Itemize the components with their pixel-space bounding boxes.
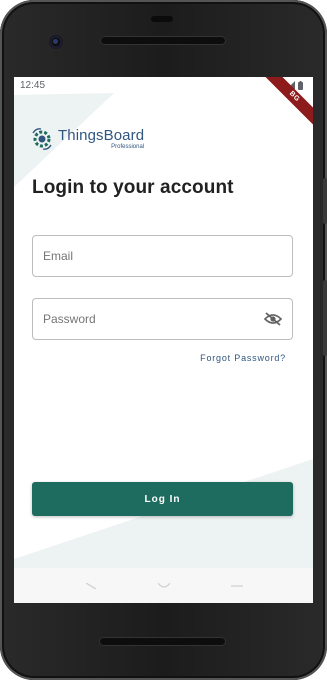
volume-button [323,280,327,356]
email-field[interactable]: Email [32,235,293,277]
recents-icon[interactable] [229,578,245,594]
proximity-sensor [151,16,173,22]
phone-frame: 12:45 BG ThingsBoard Professional Login … [0,0,327,680]
status-time: 12:45 [20,79,46,91]
earpiece-speaker [100,36,226,45]
app-screen: 12:45 BG ThingsBoard Professional Login … [14,77,313,603]
thingsboard-logo-icon [32,128,52,150]
thingsboard-logo: ThingsBoard Professional [30,127,144,151]
page-title: Login to your account [32,177,234,198]
login-button[interactable]: Log In [32,482,293,516]
power-button [323,178,327,224]
system-navigation-bar [14,568,313,603]
battery-icon [298,80,303,90]
front-camera-icon [49,35,63,49]
password-placeholder: Password [43,312,96,326]
brand-edition: Professional [111,144,145,150]
back-icon[interactable] [83,578,99,594]
forgot-password-link[interactable]: Forgot Password? [200,353,286,363]
brand-name: ThingsBoard [58,127,145,144]
eye-off-icon[interactable] [264,310,282,328]
email-placeholder: Email [43,249,74,263]
password-field[interactable]: Password [32,298,293,340]
bottom-speaker [99,637,226,646]
home-icon[interactable] [156,578,172,594]
